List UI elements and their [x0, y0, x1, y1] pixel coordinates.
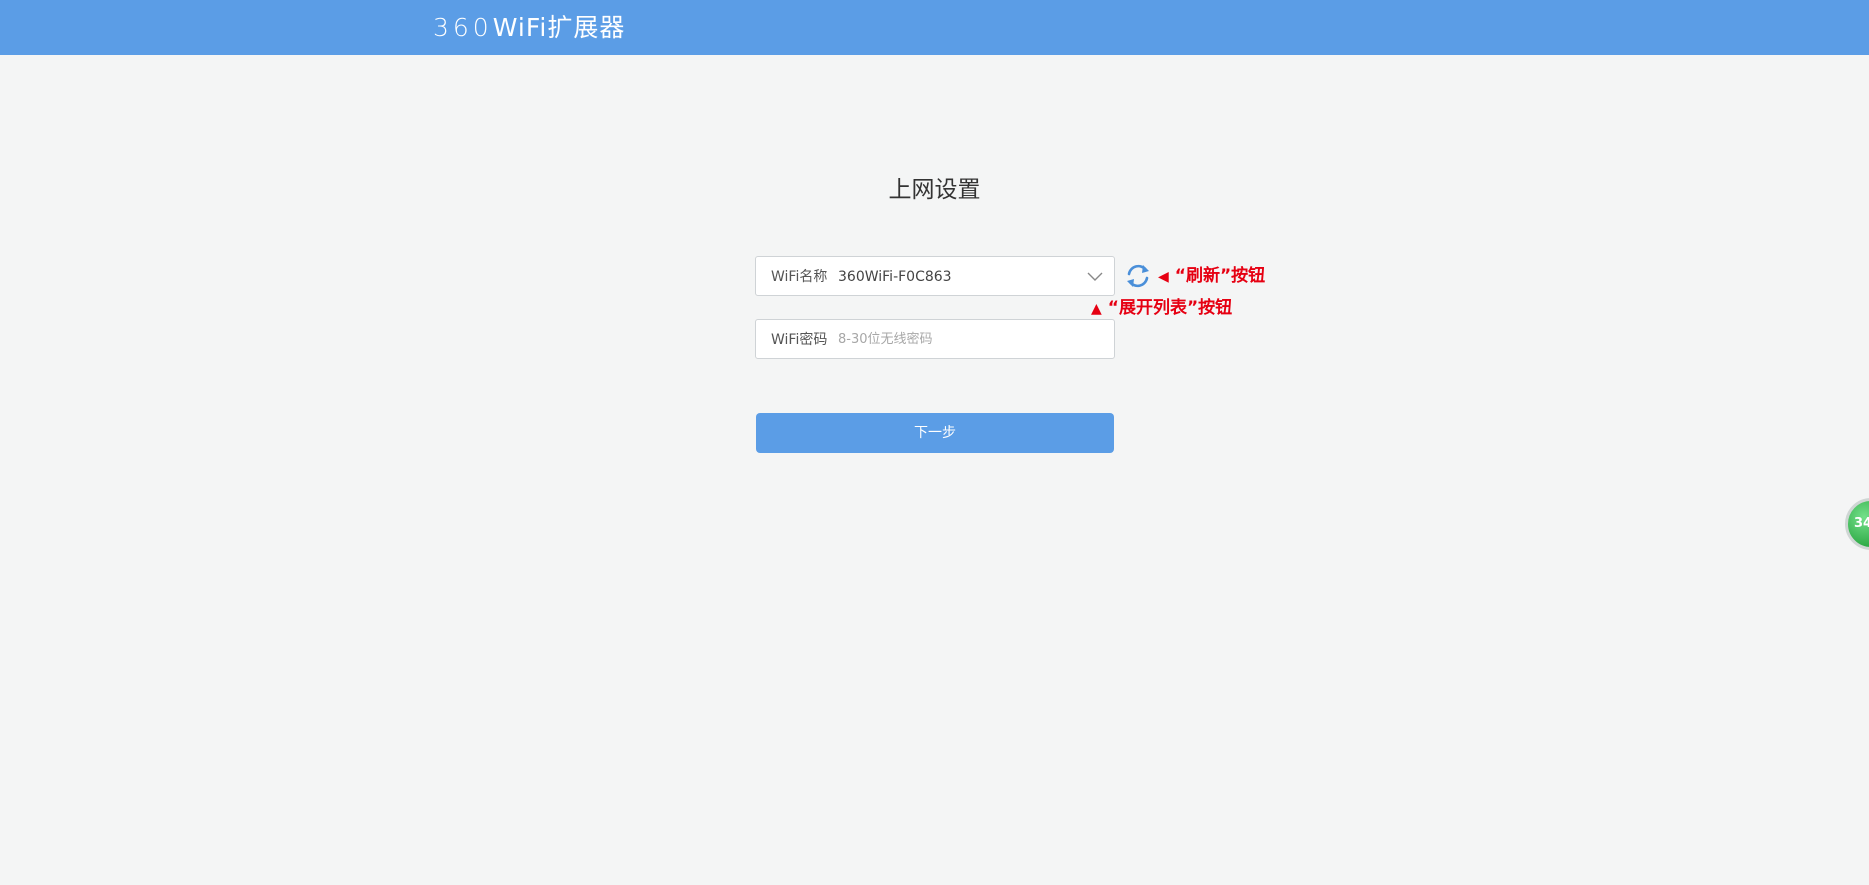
refresh-icon[interactable] — [1124, 262, 1152, 290]
wifi-name-label: WiFi名称 — [771, 269, 828, 285]
wifi-password-field[interactable]: WiFi密码 — [755, 319, 1115, 359]
wifi-name-value: 360WiFi-F0C863 — [838, 269, 952, 285]
wifi-password-input[interactable] — [836, 326, 1100, 352]
chevron-down-icon[interactable] — [1086, 269, 1104, 283]
next-button[interactable]: 下一步 — [756, 413, 1114, 453]
expand-list-annotation: ▲ “展开列表”按钮 — [1091, 298, 1233, 318]
floating-assistant-badge[interactable]: 34 — [1845, 498, 1869, 550]
logo: 360WiFi扩展器 — [433, 13, 626, 42]
wifi-name-select[interactable]: WiFi名称 360WiFi-F0C863 — [755, 256, 1115, 296]
page-title: 上网设置 — [888, 177, 981, 203]
refresh-annotation: ◀ “刷新”按钮 — [1158, 266, 1266, 286]
wifi-password-label: WiFi密码 — [771, 332, 828, 348]
top-bar: 360WiFi扩展器 — [0, 0, 1869, 55]
